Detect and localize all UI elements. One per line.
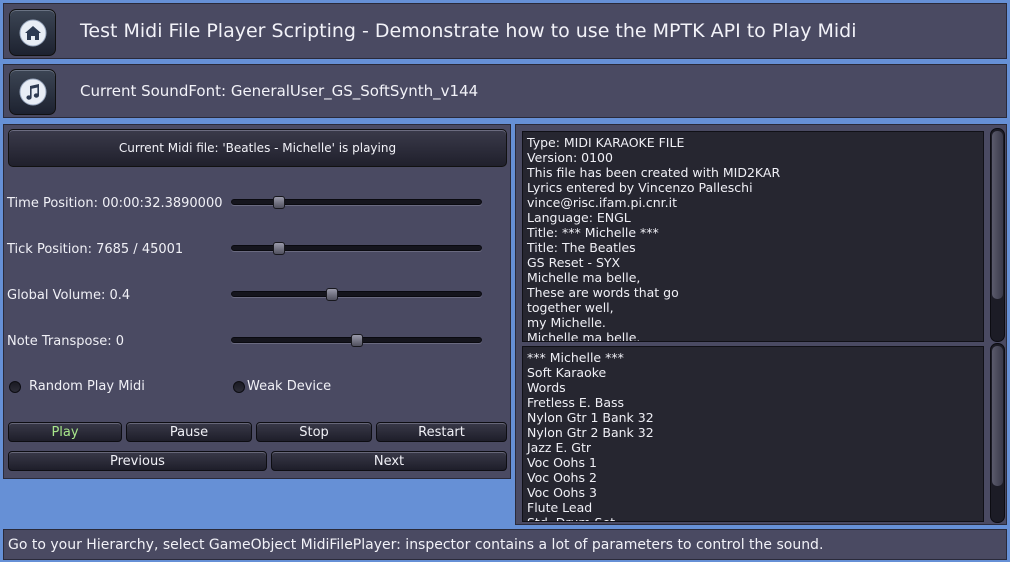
info-line: Nylon Gtr 1 Bank 32	[527, 410, 654, 425]
info-line: Flute Lead	[527, 500, 593, 515]
info-line: vince@risc.ifam.pi.cnr.it	[527, 195, 678, 210]
time-position-row: Time Position: 00:00:32.3890000	[4, 193, 512, 213]
home-button[interactable]	[9, 9, 56, 56]
weak-device-toggle[interactable]: Weak Device	[233, 379, 331, 394]
note-transpose-label: Note Transpose: 0	[7, 334, 125, 349]
info-line: This file has been created with MID2KAR	[527, 165, 781, 180]
info-line: Type: MIDI KARAOKE FILE	[527, 135, 685, 150]
global-volume-slider-thumb[interactable]	[325, 288, 338, 301]
info-line: Michelle ma belle.	[527, 330, 641, 342]
soundfont-button[interactable]	[9, 69, 56, 115]
hint-text: Go to your Hierarchy, select GameObject …	[8, 537, 824, 553]
tick-position-slider[interactable]	[231, 242, 482, 255]
restart-button[interactable]: Restart	[376, 422, 507, 442]
midi-track-list-box[interactable]: *** Michelle *** Soft Karaoke Words Fretles…	[522, 346, 984, 522]
time-position-slider-thumb[interactable]	[273, 196, 286, 209]
info-line: Lyrics entered by Vincenzo Palleschi	[527, 180, 753, 195]
info-line: my Michelle.	[527, 315, 606, 330]
info-line: Std. Drum Set	[527, 515, 979, 521]
play-button[interactable]: Play	[8, 422, 122, 442]
note-transpose-row: Note Transpose: 0	[4, 331, 512, 351]
title-bar: Test Midi File Player Scripting - Demons…	[3, 3, 1007, 59]
note-transpose-slider[interactable]	[231, 334, 482, 347]
current-midi-file-button[interactable]: Current Midi file: 'Beatles - Michelle' …	[8, 129, 507, 167]
music-note-icon	[19, 78, 46, 106]
time-position-label: Time Position: 00:00:32.3890000	[7, 196, 223, 211]
info-line: Title: *** Michelle ***	[527, 225, 659, 240]
midi-header-scrollbar[interactable]	[990, 128, 1005, 342]
midi-header-scrollbar-thumb[interactable]	[992, 131, 1003, 299]
status-bar: Go to your Hierarchy, select GameObject …	[3, 529, 1007, 560]
global-volume-row: Global Volume: 0.4	[4, 285, 512, 305]
info-line: Version: 0100	[527, 150, 613, 165]
pause-button[interactable]: Pause	[126, 422, 252, 442]
weak-device-checkbox[interactable]	[233, 380, 245, 393]
previous-button[interactable]: Previous	[8, 451, 267, 471]
random-play-label: Random Play Midi	[29, 379, 145, 394]
current-soundfont-label: Current SoundFont: GeneralUser_GS_SoftSy…	[80, 82, 479, 100]
next-button[interactable]: Next	[271, 451, 507, 471]
home-icon	[19, 19, 46, 46]
info-line: Fretless E. Bass	[527, 395, 625, 410]
info-line: Voc Oohs 2	[527, 470, 597, 485]
page-title: Test Midi File Player Scripting - Demons…	[80, 20, 857, 42]
tick-position-slider-thumb[interactable]	[273, 242, 286, 255]
tick-position-label: Tick Position: 7685 / 45001	[7, 242, 184, 257]
time-position-slider[interactable]	[231, 196, 482, 209]
info-line: *** Michelle ***	[527, 350, 624, 365]
info-line: Title: The Beatles	[527, 240, 636, 255]
note-transpose-slider-thumb[interactable]	[350, 334, 363, 347]
player-controls-panel: Current Midi file: 'Beatles - Michelle' …	[3, 124, 511, 479]
random-play-toggle[interactable]: Random Play Midi	[9, 379, 145, 394]
weak-device-label: Weak Device	[247, 379, 332, 394]
midi-header-info-box[interactable]: Type: MIDI KARAOKE FILE Version: 0100 This…	[522, 131, 984, 342]
info-line: Voc Oohs 3	[527, 485, 597, 500]
info-line: Michelle ma belle,	[527, 270, 641, 285]
global-volume-slider[interactable]	[231, 288, 482, 301]
info-line: Words	[527, 380, 566, 395]
soundfont-bar: Current SoundFont: GeneralUser_GS_SoftSy…	[3, 64, 1007, 118]
stop-button[interactable]: Stop	[256, 422, 372, 442]
midi-track-scrollbar-thumb[interactable]	[992, 346, 1003, 486]
info-line: These are words that go	[527, 285, 679, 300]
info-line: Nylon Gtr 2 Bank 32	[527, 425, 654, 440]
midi-track-scrollbar[interactable]	[990, 343, 1005, 523]
global-volume-label: Global Volume: 0.4	[7, 288, 131, 303]
midi-info-panel: Type: MIDI KARAOKE FILE Version: 0100 This…	[515, 124, 1007, 525]
info-line: Voc Oohs 1	[527, 455, 597, 470]
info-line: together well,	[527, 300, 614, 315]
info-line: Jazz E. Gtr	[527, 440, 592, 455]
random-play-checkbox[interactable]	[9, 380, 21, 393]
tick-position-row: Tick Position: 7685 / 45001	[4, 239, 512, 259]
info-line: GS Reset - SYX	[527, 255, 621, 270]
info-line: Language: ENGL	[527, 210, 631, 225]
info-line: Soft Karaoke	[527, 365, 607, 380]
